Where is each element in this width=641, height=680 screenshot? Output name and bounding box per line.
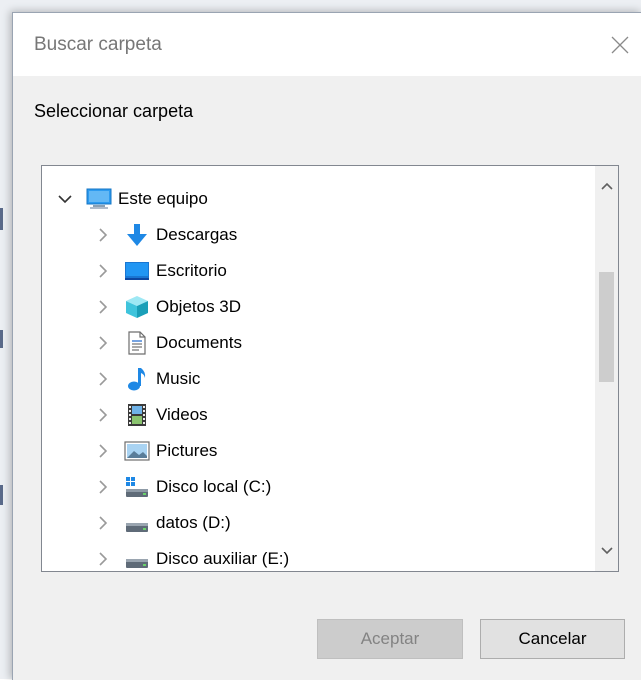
chevron-right-icon[interactable] xyxy=(95,371,111,387)
chevron-right-icon[interactable] xyxy=(95,227,111,243)
instruction-text: Seleccionar carpeta xyxy=(34,101,194,121)
tree-item-documents[interactable]: Documents xyxy=(42,325,595,361)
dialog-title: Buscar carpeta xyxy=(34,34,162,55)
music-icon xyxy=(124,366,150,392)
computer-icon xyxy=(86,186,112,212)
chevron-right-icon[interactable] xyxy=(95,443,111,459)
tree-item-label: Pictures xyxy=(156,441,218,460)
videos-icon xyxy=(124,402,150,428)
drive-icon xyxy=(124,510,150,536)
cancel-button[interactable]: Cancelar xyxy=(480,619,625,659)
system-drive-icon xyxy=(124,474,150,500)
tree-item-label: Videos xyxy=(156,405,208,424)
tree-items: Este equipo Descargas Escritorio Objetos… xyxy=(42,166,595,571)
chevron-right-icon[interactable] xyxy=(95,515,111,531)
tree-item-disco-auxiliar-e[interactable]: Disco auxiliar (E:) xyxy=(42,541,595,571)
close-button[interactable] xyxy=(598,23,641,67)
chevron-down-icon[interactable] xyxy=(57,191,73,207)
vertical-scrollbar[interactable] xyxy=(595,166,618,571)
tree-item-music[interactable]: Music xyxy=(42,361,595,397)
scrollbar-thumb[interactable] xyxy=(599,272,614,382)
tree-item-label: Descargas xyxy=(156,225,238,244)
background-window-edge xyxy=(0,330,3,348)
tree-item-label: Objetos 3D xyxy=(156,297,242,316)
close-icon xyxy=(611,36,629,54)
chevron-right-icon[interactable] xyxy=(95,551,111,567)
drive-icon xyxy=(124,546,150,571)
chevron-right-icon[interactable] xyxy=(95,299,111,315)
chevron-down-icon xyxy=(600,547,613,555)
chevron-right-icon[interactable] xyxy=(95,335,111,351)
tree-item-label: Disco auxiliar (E:) xyxy=(156,549,290,568)
scroll-down-button[interactable] xyxy=(595,539,618,563)
tree-item-label: Escritorio xyxy=(156,261,227,280)
tree-item-label: Este equipo xyxy=(118,189,208,208)
desktop-icon xyxy=(124,258,150,284)
documents-icon xyxy=(124,330,150,356)
chevron-right-icon[interactable] xyxy=(95,263,111,279)
browse-folder-dialog: Buscar carpeta Seleccionar carpeta Este … xyxy=(12,12,641,680)
tree-item-label: Music xyxy=(156,369,201,388)
tree-item-videos[interactable]: Videos xyxy=(42,397,595,433)
objects-3d-icon xyxy=(124,294,150,320)
chevron-right-icon[interactable] xyxy=(95,479,111,495)
pictures-icon xyxy=(124,438,150,464)
accept-button[interactable]: Aceptar xyxy=(317,619,463,659)
tree-item-objetos-3d[interactable]: Objetos 3D xyxy=(42,289,595,325)
chevron-right-icon[interactable] xyxy=(95,407,111,423)
tree-item-pictures[interactable]: Pictures xyxy=(42,433,595,469)
tree-item-label: datos (D:) xyxy=(156,513,231,532)
tree-item-datos-d[interactable]: datos (D:) xyxy=(42,505,595,541)
title-bar: Buscar carpeta xyxy=(13,13,641,76)
tree-item-label: Documents xyxy=(156,333,242,352)
tree-item-descargas[interactable]: Descargas xyxy=(42,217,595,253)
tree-item-este-equipo[interactable]: Este equipo xyxy=(42,181,595,217)
tree-item-label: Disco local (C:) xyxy=(156,477,272,496)
folder-tree[interactable]: Este equipo Descargas Escritorio Objetos… xyxy=(41,165,619,572)
background-window-edge xyxy=(0,208,3,230)
tree-item-disco-local-c[interactable]: Disco local (C:) xyxy=(42,469,595,505)
tree-item-escritorio[interactable]: Escritorio xyxy=(42,253,595,289)
scroll-up-button[interactable] xyxy=(595,174,618,198)
chevron-up-icon xyxy=(600,182,613,190)
background-window-edge xyxy=(0,485,3,505)
downloads-icon xyxy=(124,222,150,248)
